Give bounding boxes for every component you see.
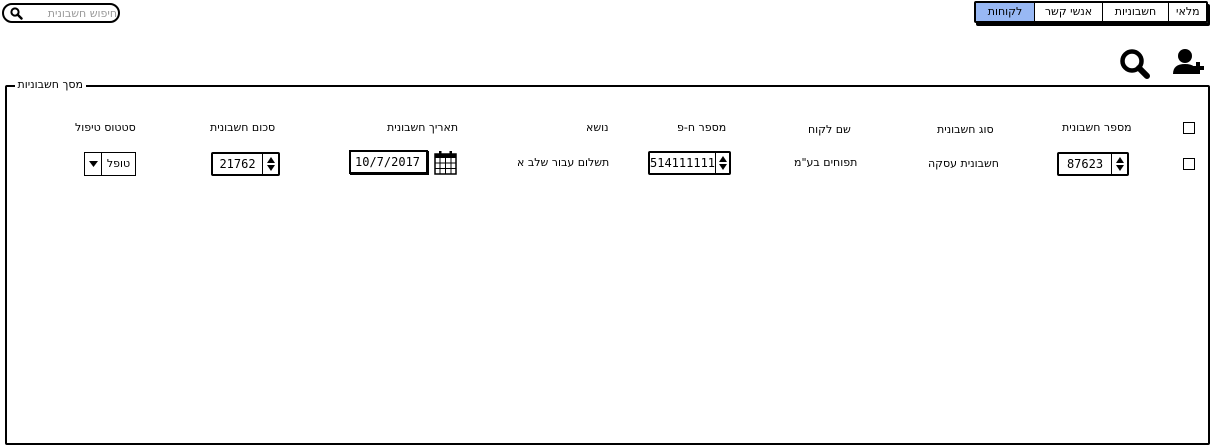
header-company-number: מספר ח-פ [677,121,727,134]
search-icon[interactable] [1118,47,1152,81]
header-subject: נושא [586,121,609,134]
invoice-number-stepper[interactable]: 87623 [1057,152,1129,176]
invoice-date-field[interactable]: 10/7/2017 [349,150,428,174]
calendar-icon[interactable] [434,150,457,175]
tab-contacts[interactable]: אנשי קשר [1034,3,1102,21]
spin-arrows-icon[interactable] [1111,154,1127,174]
status-dropdown[interactable]: טופל [84,152,136,176]
header-invoice-date: תאריך חשבונית [387,121,459,134]
panel-title: מסך חשבוניות [14,78,86,92]
invoice-search-field[interactable] [2,3,120,23]
tab-customers[interactable]: לקוחות [976,3,1034,21]
company-number-value: 514111111 [650,156,716,170]
status-value: טופל [106,157,131,170]
header-invoice-type: סוג חשבונית [937,123,994,136]
invoices-panel: מסך חשבוניות [5,78,1210,445]
invoice-amount-value: 21762 [219,157,256,171]
invoice-type-cell: חשבונית עסקה [928,157,999,170]
row-select-checkbox[interactable] [1183,158,1195,170]
invoice-number-value: 87623 [1066,157,1104,171]
subject-cell: תשלום עבור שלב א [517,156,610,169]
company-number-stepper[interactable]: 514111111 [648,151,731,175]
add-user-icon[interactable] [1172,46,1206,80]
customer-name-cell: תפוחים בע"מ [794,156,858,169]
tab-invoices[interactable]: חשבוניות [1102,3,1168,21]
tab-inventory[interactable]: מלאי [1168,3,1206,21]
header-invoice-amount: סכום חשבונית [210,121,276,134]
spin-arrows-icon[interactable] [262,154,278,174]
header-status: סטטוס טיפול [75,121,136,134]
header-invoice-number: מספר חשבונית [1062,121,1132,134]
search-input[interactable] [27,6,117,20]
chevron-down-icon[interactable] [85,153,102,175]
invoice-amount-stepper[interactable]: 21762 [211,152,280,176]
select-all-checkbox[interactable] [1183,122,1195,134]
main-tab-bar: לקוחות אנשי קשר חשבוניות מלאי [974,1,1208,23]
header-customer-name: שם לקוח [808,123,851,136]
search-icon [10,6,23,20]
spin-arrows-icon[interactable] [715,153,729,173]
